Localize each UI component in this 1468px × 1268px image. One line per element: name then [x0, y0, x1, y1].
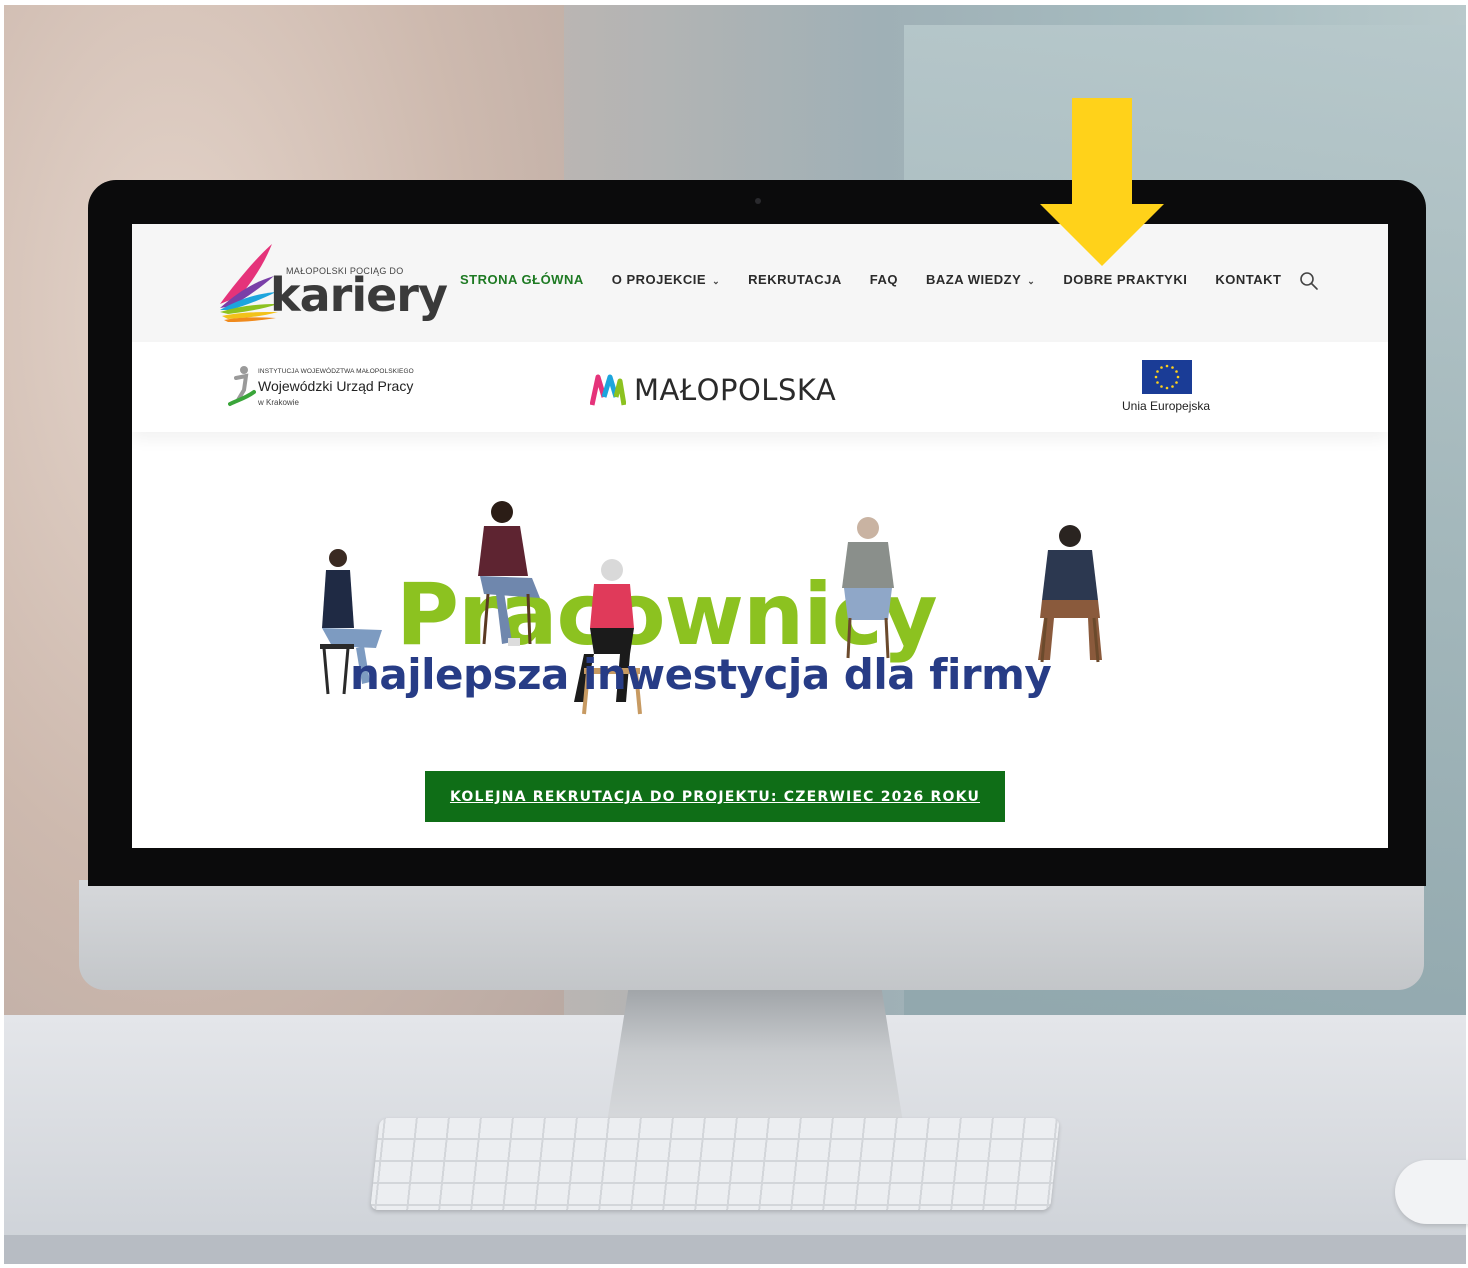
nav-faq[interactable]: FAQ: [870, 272, 898, 287]
nav-label: DOBRE PRAKTYKI: [1063, 272, 1188, 287]
partner-logos-bar: INSTYTUCJA WOJEWÓDZTWA MAŁOPOLSKIEGO Woj…: [132, 342, 1388, 432]
mouse: [1395, 1160, 1468, 1224]
eu-flag-icon: [1142, 360, 1192, 394]
wup-figure-icon: [228, 366, 256, 406]
hero-subline: najlepsza inwestycja dla firmy: [350, 650, 1052, 699]
chevron-down-icon: ⌄: [1027, 276, 1036, 286]
monitor-chin: [79, 880, 1424, 990]
nav-label: REKRUTACJA: [748, 272, 842, 287]
main-menu: STRONA GŁÓWNA O PROJEKCIE ⌄ REKRUTACJA FA…: [460, 272, 1309, 287]
nav-label: BAZA WIEDZY: [925, 272, 1022, 287]
desk-edge: [4, 1235, 1466, 1264]
chevron-down-icon: ⌄: [712, 276, 721, 286]
nav-o-projekcie[interactable]: O PROJEKCIE ⌄: [612, 272, 720, 287]
person-man-plaid: [1038, 525, 1102, 663]
person-man-maroon: [478, 501, 540, 646]
keyboard: [370, 1118, 1060, 1210]
site-header: MAŁOPOLSKI POCIĄG DO kariery STRONA GŁÓW…: [132, 224, 1388, 342]
nav-baza-wiedzy[interactable]: BAZA WIEDZY ⌄: [926, 272, 1035, 287]
wup-institution: INSTYTUCJA WOJEWÓDZTWA MAŁOPOLSKIEGO: [258, 368, 414, 375]
nav-label: FAQ: [869, 272, 898, 287]
cta-label: KOLEJNA REKRUTACJA DO PROJEKTU: CZERWIEC…: [449, 788, 981, 805]
wup-logo[interactable]: INSTYTUCJA WOJEWÓDZTWA MAŁOPOLSKIEGO Woj…: [228, 364, 448, 410]
annotation-arrow-icon: [1040, 98, 1164, 266]
eu-logo[interactable]: Unia Europejska: [1122, 360, 1212, 420]
nav-rekrutacja[interactable]: REKRUTACJA: [748, 272, 842, 287]
malopolska-wordmark: MAŁOPOLSKA: [634, 373, 837, 407]
logo-wordmark: kariery: [270, 268, 448, 322]
eu-label: Unia Europejska: [1122, 399, 1211, 413]
nav-label: O PROJEKCIE: [611, 272, 707, 287]
nav-kontakt[interactable]: KONTAKT: [1215, 272, 1281, 287]
webcam: [755, 198, 761, 204]
recruitment-cta-button[interactable]: KOLEJNA REKRUTACJA DO PROJEKTU: CZERWIEC…: [425, 771, 1005, 822]
malopolska-m-icon: [590, 374, 626, 406]
person-man-grey: [842, 517, 894, 659]
wup-city: w Krakowie: [258, 398, 299, 407]
malopolska-logo[interactable]: MAŁOPOLSKA: [590, 372, 836, 408]
monitor-stand: [605, 985, 905, 1135]
search-icon[interactable]: [1298, 270, 1320, 292]
website-screen: MAŁOPOLSKI POCIĄG DO kariery STRONA GŁÓW…: [132, 224, 1388, 848]
nav-dobre-praktyki[interactable]: DOBRE PRAKTYKI: [1063, 272, 1187, 287]
site-logo[interactable]: MAŁOPOLSKI POCIĄG DO kariery: [218, 242, 448, 322]
wup-name: Wojewódzki Urząd Pracy: [258, 378, 414, 394]
nav-label: KONTAKT: [1215, 272, 1282, 287]
hero-banner: Pracownicy najlepsza inwestycja dla firm…: [132, 432, 1388, 848]
nav-label: STRONA GŁÓWNA: [460, 272, 584, 287]
nav-strona-glowna[interactable]: STRONA GŁÓWNA: [460, 272, 584, 287]
